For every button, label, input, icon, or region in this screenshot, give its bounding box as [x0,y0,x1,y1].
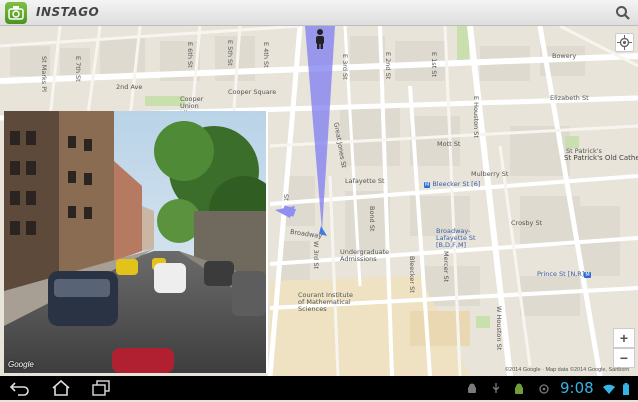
map-label: E 5th St [226,40,234,66]
map-label: W Houston St [495,306,503,351]
back-icon[interactable] [9,379,31,397]
search-icon[interactable] [614,4,632,22]
map-label: E 3rd St [341,54,349,80]
map-label: St [282,194,290,201]
target-icon [538,382,550,394]
android-icon [513,382,525,394]
battery-icon [622,382,630,395]
map-label: Elizabeth St [550,94,589,102]
map-label: Mott St [437,140,461,148]
station-label: M Bleecker St [6] [424,180,481,188]
map-label: E 2nd St [384,52,392,80]
map-label: Courant Institute of Mathematical Scienc… [298,291,354,313]
map-label: Mercer St [442,251,450,283]
map-label: E 7th St [74,56,82,82]
station-label: Broadway-Lafayette St [B,D,F,M] [436,227,476,249]
zoom-out-button[interactable]: − [613,348,635,368]
map-label: E 1st St [430,52,438,77]
map-label: St Patrick's Old Cathedral [564,154,638,162]
home-icon[interactable] [50,379,72,397]
map-label: W 3rd St [312,241,320,270]
google-watermark: Google [8,360,34,369]
map-label: Lafayette St [345,177,385,185]
map-label: E Houston St [472,96,480,138]
station-label: Prince St [N,R]M [537,270,591,278]
map-label: Cooper Square [228,88,277,96]
map-label: E 4th St [262,42,270,68]
system-navigation-bar: 9:08 [0,376,638,400]
pegman-icon[interactable] [313,28,327,50]
map-label: E 6th St [186,42,194,68]
my-location-icon[interactable] [615,33,634,52]
app-title: INSTAGO [36,5,100,19]
map-label: Bond St [368,206,376,232]
map-label: Undergraduate Admissions [340,248,390,263]
street-view-image [4,111,266,373]
status-clock: 9:08 [560,379,594,397]
map-label: 2nd Ave [116,83,143,91]
map-label: Mulberry St [471,170,509,178]
map-label: Crosby St [511,219,543,227]
app-logo-icon[interactable] [5,2,27,24]
map-label: St Marks Pl [40,56,48,92]
recent-apps-icon[interactable] [90,379,112,397]
zoom-in-button[interactable]: + [613,328,635,348]
usb-icon [490,382,502,394]
map-label: Bleecker St [408,256,416,293]
map-attribution: ©2014 Google · Map data ©2014 Google, Sa… [505,367,630,373]
android-icon [466,382,478,394]
wifi-icon [603,382,615,394]
street-view-panel[interactable]: Google [4,111,268,373]
map-label: Bowery [552,52,577,60]
action-bar: INSTAGO [0,0,638,26]
